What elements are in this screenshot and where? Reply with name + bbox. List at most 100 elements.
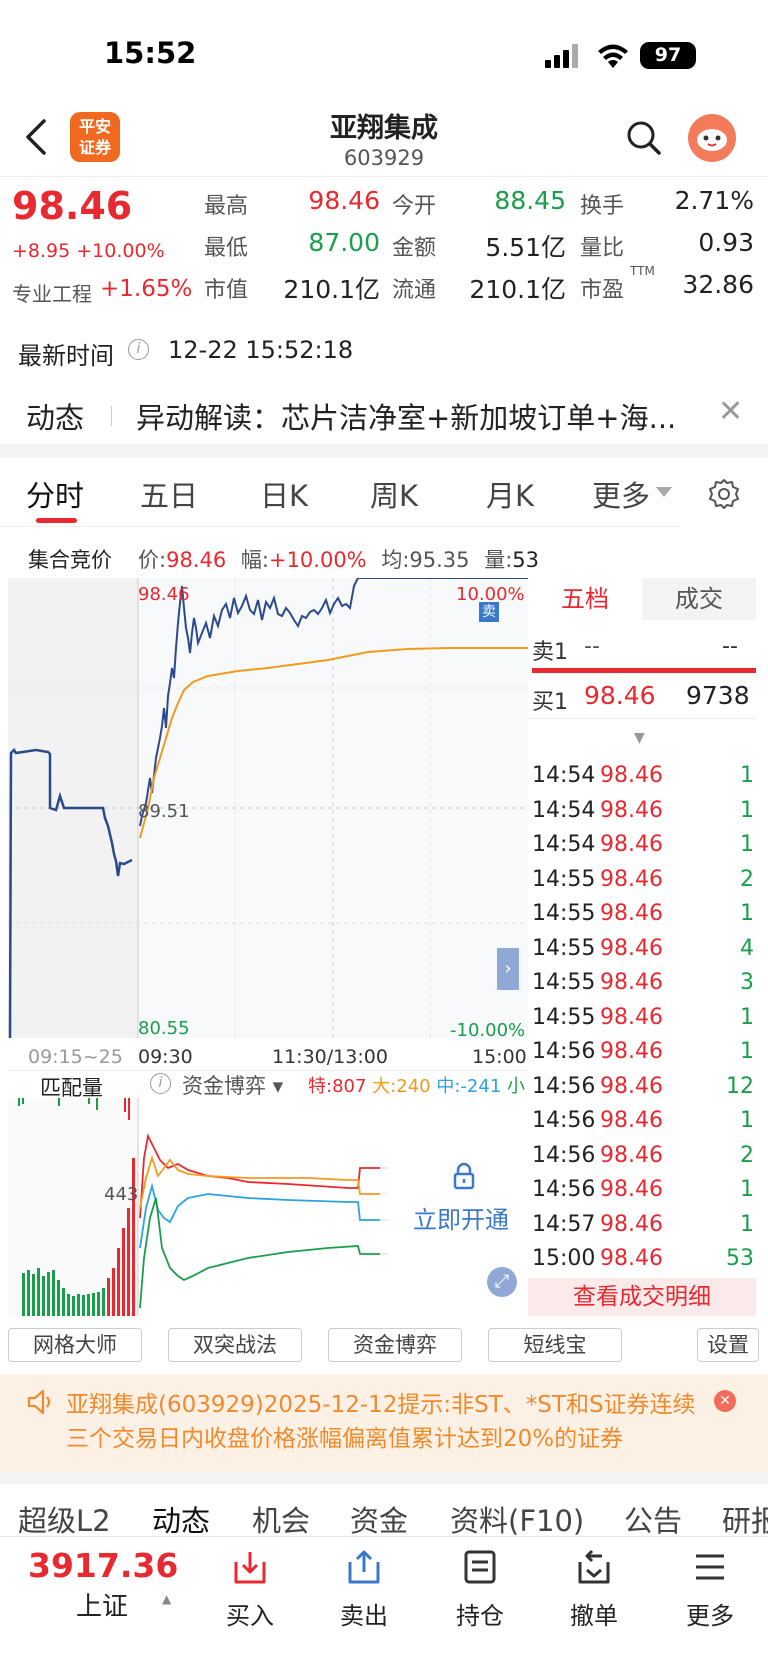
more-button[interactable]: 更多: [670, 1548, 750, 1631]
tick-volume: 1: [740, 1177, 754, 1202]
fullscreen-icon[interactable]: ⤢: [487, 1267, 517, 1297]
index-expand-icon[interactable]: ▲: [162, 1592, 171, 1606]
info-tab-1[interactable]: 动态: [152, 1498, 210, 1540]
stat-value: 5.51亿: [485, 233, 566, 262]
tick-volume: 1: [740, 763, 754, 788]
intraday-chart[interactable]: [8, 578, 528, 1038]
tab-0[interactable]: 分时: [26, 473, 84, 515]
tick-volume: 1: [740, 797, 754, 823]
tick-volume: 12: [726, 1073, 754, 1099]
tab-deals[interactable]: 成交: [642, 578, 756, 620]
auction-title: 集合竞价: [28, 548, 112, 572]
tab-3[interactable]: 周K: [370, 473, 418, 515]
info-icon[interactable]: i: [150, 1073, 171, 1094]
index-value[interactable]: 3917.36: [28, 1546, 178, 1585]
avatar[interactable]: [688, 114, 736, 162]
holdings-button[interactable]: 持仓: [440, 1548, 520, 1631]
info-tab-3[interactable]: 资金: [350, 1498, 408, 1540]
sector-label[interactable]: 专业工程: [12, 278, 92, 307]
collapse-arrow-icon[interactable]: ▼: [634, 730, 645, 746]
stat-value: 210.1亿: [469, 275, 566, 304]
tick-row: 14:56 98.46 2: [532, 1143, 754, 1177]
info-tab-2[interactable]: 机会: [252, 1498, 310, 1540]
tick-time: 14:54: [532, 832, 596, 857]
tool-button[interactable]: 资金博弈: [328, 1328, 462, 1362]
tick-volume: 1: [740, 1039, 754, 1064]
tick-volume: 1: [740, 832, 754, 857]
stat-value: 98.46: [308, 186, 380, 215]
tab-1[interactable]: 五日: [140, 473, 198, 515]
sell-icon: [348, 1550, 380, 1584]
tab-2[interactable]: 日K: [260, 473, 308, 515]
cancel-order-icon: [578, 1549, 610, 1584]
chart-bottom-pct: -10.00%: [450, 1020, 526, 1041]
holdings-icon: [464, 1550, 496, 1584]
news-text[interactable]: 异动解读：芯片洁净室+新加坡订单+海...: [136, 395, 676, 437]
tick-time: 15:00: [532, 1246, 596, 1271]
tick-price: 98.46: [600, 1004, 663, 1030]
deal-detail-link[interactable]: 查看成交明细: [528, 1278, 756, 1316]
tick-volume: 3: [740, 970, 754, 995]
section-gap: [0, 444, 768, 458]
info-tab-5[interactable]: 公告: [624, 1498, 682, 1540]
tick-time: 14:56: [532, 1108, 596, 1133]
lock-icon: [453, 1162, 475, 1190]
tick-row: 14:55 98.46 2: [532, 867, 754, 901]
time-label-premarket: 09:15~25: [28, 1046, 123, 1068]
sector-change[interactable]: +1.65%: [100, 276, 192, 302]
stat-value: 2.71%: [674, 186, 754, 215]
buy-button[interactable]: 买入: [210, 1548, 290, 1631]
buy1-label: 买1: [532, 690, 568, 715]
cancel-order-button[interactable]: 撤单: [554, 1548, 634, 1631]
sell-badge[interactable]: 卖: [479, 602, 499, 622]
tool-button[interactable]: 双突战法: [168, 1328, 302, 1362]
sell-button[interactable]: 卖出: [324, 1548, 404, 1631]
index-name[interactable]: 上证: [76, 1586, 128, 1623]
mascot-icon: [697, 129, 727, 151]
signal-icon: [545, 44, 581, 68]
tool-button[interactable]: 短线宝: [488, 1328, 622, 1362]
info-icon[interactable]: i: [128, 339, 149, 360]
expand-chart-button[interactable]: ›: [497, 948, 519, 990]
tick-time: 14:56: [532, 1073, 596, 1099]
tick-time: 14:55: [532, 970, 596, 995]
news-tag[interactable]: 动态: [26, 395, 84, 437]
tick-time: 14:54: [532, 763, 596, 788]
small-flow-line: [139, 1197, 388, 1309]
search-icon[interactable]: [626, 120, 662, 156]
info-tab-4[interactable]: 资料(F10): [450, 1498, 584, 1540]
tick-price: 98.46: [600, 866, 663, 892]
info-tab-6[interactable]: 研报: [722, 1498, 768, 1540]
close-icon[interactable]: ✕: [718, 394, 743, 429]
tick-price: 98.46: [600, 797, 663, 823]
tool-button[interactable]: 网格大师: [8, 1328, 142, 1362]
tab-5[interactable]: 更多: [592, 473, 650, 515]
tick-volume: 1: [740, 1211, 754, 1237]
sell1-price: --: [584, 634, 600, 659]
tick-price: 98.46: [600, 1246, 663, 1271]
flow-volume-label: 443: [104, 1184, 139, 1205]
info-tab-0[interactable]: 超级L2: [18, 1498, 111, 1540]
chart-bottom-price: 80.55: [138, 1018, 190, 1039]
flow-mode-select[interactable]: 资金博弈 ▾: [182, 1070, 283, 1100]
tick-volume: 2: [740, 1142, 754, 1168]
sell1-label: 卖1: [532, 640, 568, 665]
notice-close-icon[interactable]: ✕: [714, 1390, 736, 1412]
tick-time: 14:56: [532, 1039, 596, 1064]
spread-bar: [532, 668, 756, 673]
time-label-close: 15:00: [472, 1046, 527, 1068]
tick-volume: 1: [740, 901, 754, 926]
stat-value: 87.00: [308, 228, 380, 257]
tab-five-levels[interactable]: 五档: [528, 578, 642, 620]
notice-text[interactable]: 亚翔集成(603929)2025-12-12提示:非ST、*ST和S证券连续三个…: [66, 1388, 706, 1456]
tab-4[interactable]: 月K: [486, 473, 534, 515]
dropdown-arrow-icon[interactable]: [656, 487, 672, 497]
tick-row: 14:55 98.46 1: [532, 901, 754, 935]
gear-icon[interactable]: [708, 478, 740, 510]
tick-row: 14:54 98.46 1: [532, 798, 754, 832]
settings-button[interactable]: 设置: [697, 1328, 759, 1362]
stat-superscript: TTM: [630, 264, 655, 278]
tick-price: 98.46: [600, 1177, 663, 1202]
unlock-button[interactable]: 立即开通: [413, 1200, 509, 1235]
update-time: 12-22 15:52:18: [168, 336, 354, 364]
